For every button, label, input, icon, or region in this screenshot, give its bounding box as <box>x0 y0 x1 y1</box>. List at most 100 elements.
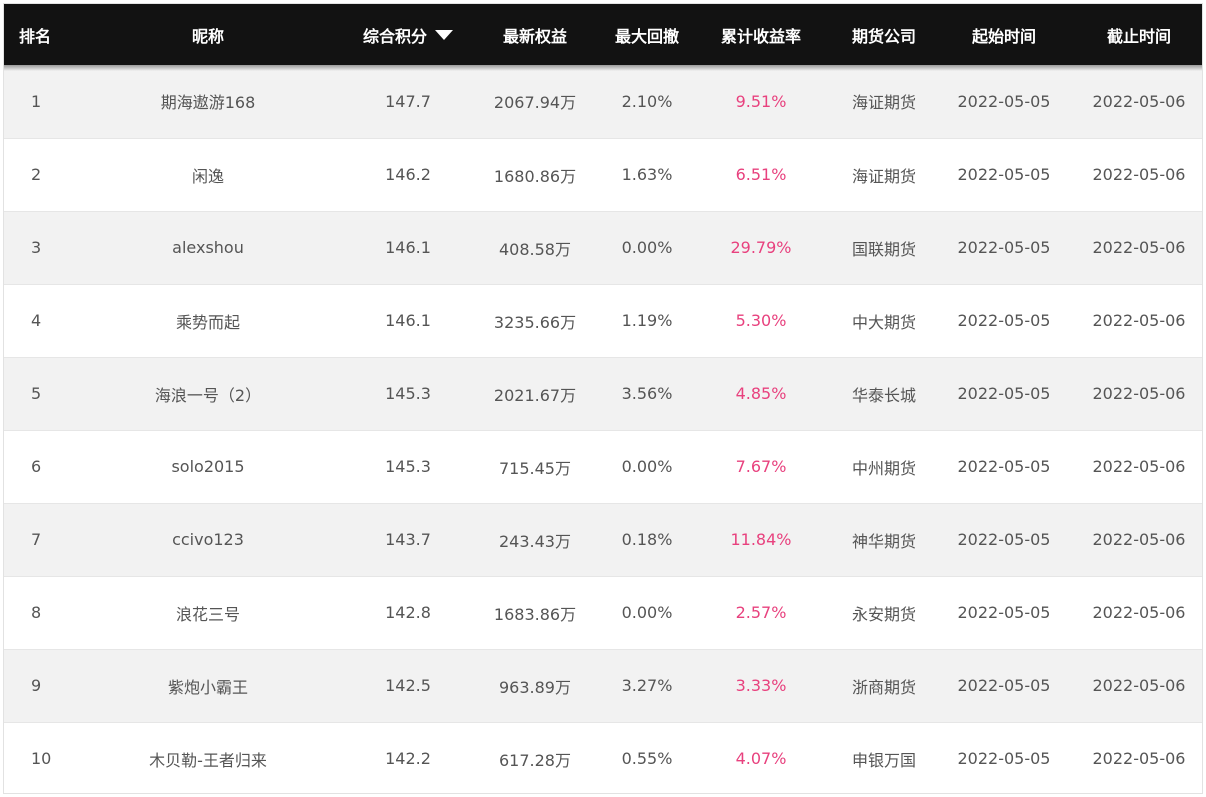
cell-end: 2022-05-06 <box>1074 576 1202 650</box>
cell-rank: 6 <box>4 430 64 504</box>
cell-return: 11.84% <box>688 503 834 577</box>
cell-nickname[interactable]: 浪花三号 <box>64 576 352 650</box>
cell-end: 2022-05-06 <box>1074 138 1202 212</box>
table-row[interactable]: 5 海浪一号（2） 145.3 2021.67万 3.56% 4.85% 华泰长城 2022-… <box>4 357 1202 431</box>
cell-equity: 715.45万 <box>464 430 606 504</box>
cell-start: 2022-05-05 <box>934 138 1074 212</box>
cell-score: 147.7 <box>352 65 464 139</box>
header-equity[interactable]: 最新权益 <box>464 4 606 65</box>
cell-end: 2022-05-06 <box>1074 357 1202 431</box>
cell-equity: 963.89万 <box>464 649 606 723</box>
header-rank[interactable]: 排名 <box>4 4 64 65</box>
header-drawdown[interactable]: 最大回撤 <box>606 4 688 65</box>
cell-nickname[interactable]: ccivo123 <box>64 503 352 577</box>
cell-rank: 4 <box>4 284 64 358</box>
cell-company: 永安期货 <box>834 576 934 650</box>
cell-start: 2022-05-05 <box>934 649 1074 723</box>
table-row[interactable]: 2 闲逸 146.2 1680.86万 1.63% 6.51% 海证期货 2022-05-05… <box>4 138 1202 212</box>
cell-end: 2022-05-06 <box>1074 503 1202 577</box>
cell-end: 2022-05-06 <box>1074 722 1202 793</box>
cell-score: 146.1 <box>352 284 464 358</box>
cell-nickname[interactable]: alexshou <box>64 211 352 285</box>
cell-rank: 1 <box>4 65 64 139</box>
cell-drawdown: 3.56% <box>606 357 688 431</box>
cell-company: 国联期货 <box>834 211 934 285</box>
cell-end: 2022-05-06 <box>1074 284 1202 358</box>
table-body: 1 期海遨游168 147.7 2067.94万 2.10% 9.51% 海证期货 2022-… <box>4 65 1202 793</box>
cell-company: 神华期货 <box>834 503 934 577</box>
table-row[interactable]: 1 期海遨游168 147.7 2067.94万 2.10% 9.51% 海证期货 2022-… <box>4 65 1202 139</box>
cell-score: 142.5 <box>352 649 464 723</box>
header-score[interactable]: 综合积分 <box>352 4 464 65</box>
cell-nickname[interactable]: 木贝勒-王者归来 <box>64 722 352 793</box>
table-row[interactable]: 3 alexshou 146.1 408.58万 0.00% 29.79% 国联期货 2022… <box>4 211 1202 285</box>
cell-nickname[interactable]: 海浪一号（2） <box>64 357 352 431</box>
cell-rank: 7 <box>4 503 64 577</box>
cell-drawdown: 3.27% <box>606 649 688 723</box>
cell-return: 2.57% <box>688 576 834 650</box>
header-company[interactable]: 期货公司 <box>834 4 934 65</box>
cell-start: 2022-05-05 <box>934 284 1074 358</box>
cell-company: 申银万国 <box>834 722 934 793</box>
cell-nickname[interactable]: solo2015 <box>64 430 352 504</box>
cell-start: 2022-05-05 <box>934 722 1074 793</box>
table-row[interactable]: 7 ccivo123 143.7 243.43万 0.18% 11.84% 神华期货 2022… <box>4 503 1202 577</box>
cell-drawdown: 0.00% <box>606 211 688 285</box>
cell-start: 2022-05-05 <box>934 211 1074 285</box>
cell-drawdown: 0.00% <box>606 576 688 650</box>
table-row[interactable]: 8 浪花三号 142.8 1683.86万 0.00% 2.57% 永安期货 2022-05-… <box>4 576 1202 650</box>
cell-drawdown: 1.19% <box>606 284 688 358</box>
cell-equity: 2021.67万 <box>464 357 606 431</box>
cell-equity: 408.58万 <box>464 211 606 285</box>
cell-equity: 1680.86万 <box>464 138 606 212</box>
cell-score: 145.3 <box>352 430 464 504</box>
cell-company: 海证期货 <box>834 65 934 139</box>
cell-score: 145.3 <box>352 357 464 431</box>
cell-score: 142.2 <box>352 722 464 793</box>
cell-start: 2022-05-05 <box>934 430 1074 504</box>
cell-score: 142.8 <box>352 576 464 650</box>
ranking-table: 排名 昵称 综合积分 最新权益 最大回撤 累计收益率 期货公司 起始时间 截止时… <box>3 3 1203 794</box>
cell-company: 中州期货 <box>834 430 934 504</box>
cell-score: 146.2 <box>352 138 464 212</box>
header-nickname[interactable]: 昵称 <box>64 4 352 65</box>
cell-end: 2022-05-06 <box>1074 65 1202 139</box>
cell-rank: 10 <box>4 722 64 793</box>
header-start[interactable]: 起始时间 <box>934 4 1074 65</box>
cell-end: 2022-05-06 <box>1074 649 1202 723</box>
table-row[interactable]: 6 solo2015 145.3 715.45万 0.00% 7.67% 中州期货 2022-… <box>4 430 1202 504</box>
cell-drawdown: 1.63% <box>606 138 688 212</box>
cell-rank: 3 <box>4 211 64 285</box>
table-row[interactable]: 9 紫炮小霸王 142.5 963.89万 3.27% 3.33% 浙商期货 2022-05-… <box>4 649 1202 723</box>
cell-nickname[interactable]: 乘势而起 <box>64 284 352 358</box>
cell-equity: 243.43万 <box>464 503 606 577</box>
cell-return: 4.07% <box>688 722 834 793</box>
cell-start: 2022-05-05 <box>934 503 1074 577</box>
cell-score: 146.1 <box>352 211 464 285</box>
cell-company: 华泰长城 <box>834 357 934 431</box>
cell-return: 6.51% <box>688 138 834 212</box>
cell-nickname[interactable]: 期海遨游168 <box>64 65 352 139</box>
cell-equity: 2067.94万 <box>464 65 606 139</box>
cell-return: 9.51% <box>688 65 834 139</box>
cell-nickname[interactable]: 闲逸 <box>64 138 352 212</box>
cell-nickname[interactable]: 紫炮小霸王 <box>64 649 352 723</box>
table-row[interactable]: 4 乘势而起 146.1 3235.66万 1.19% 5.30% 中大期货 2022-05-… <box>4 284 1202 358</box>
cell-company: 中大期货 <box>834 284 934 358</box>
header-end[interactable]: 截止时间 <box>1074 4 1202 65</box>
cell-return: 3.33% <box>688 649 834 723</box>
cell-end: 2022-05-06 <box>1074 211 1202 285</box>
cell-drawdown: 2.10% <box>606 65 688 139</box>
table-row[interactable]: 10 木贝勒-王者归来 142.2 617.28万 0.55% 4.07% 申银万国 2022… <box>4 722 1202 793</box>
cell-start: 2022-05-05 <box>934 65 1074 139</box>
cell-rank: 9 <box>4 649 64 723</box>
header-return[interactable]: 累计收益率 <box>688 4 834 65</box>
cell-start: 2022-05-05 <box>934 576 1074 650</box>
ranking-table-grid: 排名 昵称 综合积分 最新权益 最大回撤 累计收益率 期货公司 起始时间 截止时… <box>4 4 1202 793</box>
cell-equity: 617.28万 <box>464 722 606 793</box>
cell-return: 7.67% <box>688 430 834 504</box>
triangle-down-icon[interactable] <box>435 29 453 40</box>
cell-return: 4.85% <box>688 357 834 431</box>
cell-return: 29.79% <box>688 211 834 285</box>
cell-start: 2022-05-05 <box>934 357 1074 431</box>
